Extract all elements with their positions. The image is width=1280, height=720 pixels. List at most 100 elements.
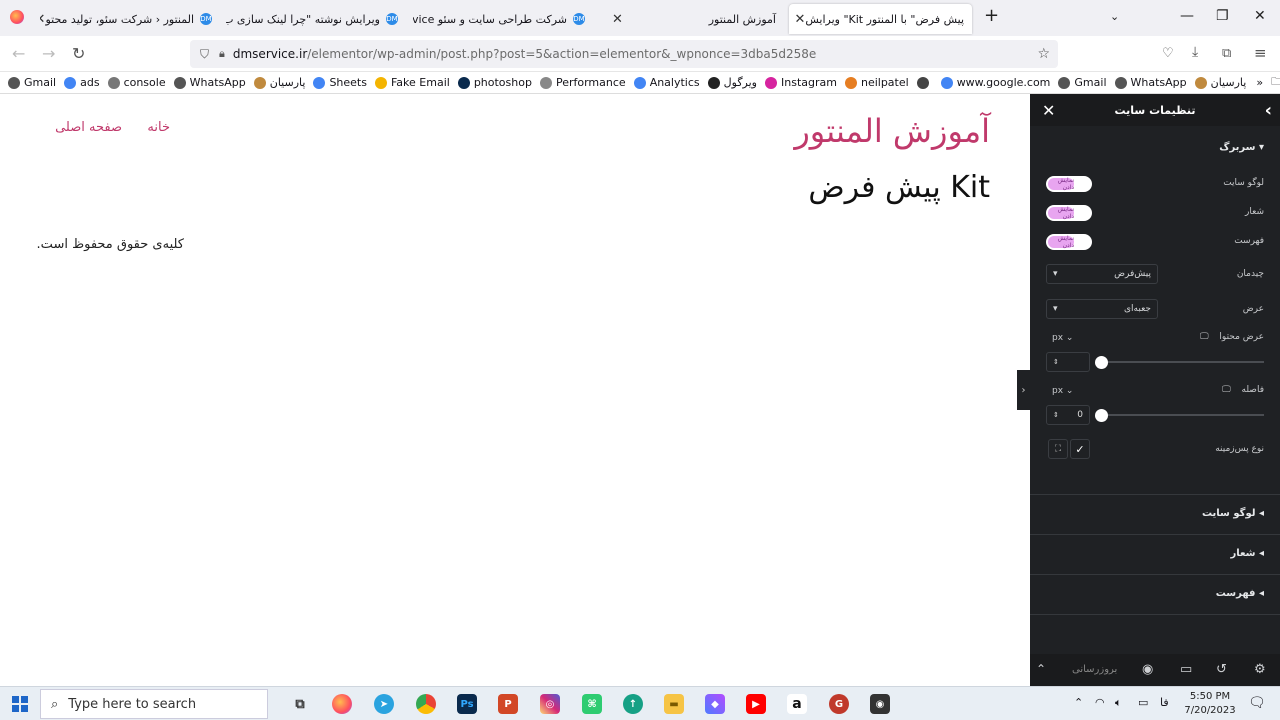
- restore-button[interactable]: ❐: [1216, 8, 1229, 24]
- tab-3[interactable]: آموزش المنتور ✕: [600, 4, 784, 34]
- unit-selector[interactable]: ⌄ px: [1052, 333, 1073, 343]
- star-icon[interactable]: ☆: [1037, 46, 1050, 62]
- menu-item-main-page[interactable]: صفحه اصلی: [55, 120, 122, 135]
- new-tab-button[interactable]: +: [984, 5, 999, 26]
- back-arrow-icon[interactable]: ›: [1265, 100, 1272, 121]
- close-tab-icon[interactable]: ✕: [790, 12, 805, 27]
- app-icon[interactable]: G: [829, 694, 849, 714]
- classic-background-button[interactable]: ✓: [1070, 439, 1090, 459]
- bookmark-item[interactable]: Sheets: [313, 76, 367, 89]
- camera-app-icon[interactable]: ◉: [870, 694, 890, 714]
- chevron-up-icon[interactable]: ⌃: [1074, 696, 1083, 709]
- wifi-icon[interactable]: ◠: [1095, 696, 1105, 709]
- section-logo-toggle[interactable]: ◂ لوگو سایت: [1202, 508, 1264, 519]
- bookmark-item[interactable]: ویرگول: [707, 76, 757, 89]
- content-width-input[interactable]: ⇕: [1046, 352, 1090, 372]
- stepper-icon[interactable]: ⇕: [1053, 358, 1059, 366]
- bookmark-item[interactable]: console: [107, 76, 166, 89]
- app-icon[interactable]: ⌘: [582, 694, 602, 714]
- volume-icon[interactable]: 🔈︎: [1115, 696, 1122, 710]
- width-select[interactable]: جعبه‌ای ▾: [1046, 299, 1158, 319]
- extensions-icon[interactable]: ⧉: [1222, 46, 1231, 61]
- pocket-icon[interactable]: ♡: [1162, 46, 1174, 61]
- task-view-icon[interactable]: ⧉: [290, 694, 310, 714]
- gap-slider-track[interactable]: [1102, 414, 1264, 416]
- tagline-toggle[interactable]: نمایش دادن: [1046, 205, 1092, 221]
- bookmarks-overflow-icon[interactable]: »: [1256, 76, 1263, 89]
- other-bookmarks-folder[interactable]: 🗀︎Other Bookmarks: [1271, 73, 1280, 92]
- amazon-icon[interactable]: a: [787, 694, 807, 714]
- bookmark-item[interactable]: www.google.com: [940, 76, 1050, 89]
- menu-item-home[interactable]: خانه: [147, 120, 170, 135]
- content-width-slider-track[interactable]: [1102, 361, 1264, 363]
- section-tagline-toggle[interactable]: ◂ شعار: [1230, 548, 1264, 559]
- stepper-icon[interactable]: ⇕: [1053, 411, 1059, 419]
- taskbar-search-box[interactable]: ⌕ Type here to search: [40, 689, 268, 719]
- section-header-toggle[interactable]: ▾ سربرگ: [1219, 142, 1264, 153]
- collapse-panel-button[interactable]: ›: [1017, 370, 1030, 410]
- battery-icon[interactable]: ▭: [1138, 696, 1148, 709]
- preview-eye-icon[interactable]: ◉: [1142, 662, 1153, 677]
- list-all-tabs-icon[interactable]: ⌄: [1110, 10, 1119, 23]
- language-indicator[interactable]: فا: [1160, 696, 1169, 709]
- history-icon[interactable]: ↺: [1216, 662, 1227, 677]
- tab-2[interactable]: DM شرکت طراحی سایت و سئو Service ✕: [413, 4, 593, 34]
- tab-0[interactable]: DM المنتور ‹ شرکت سئو، تولید محتو ✕: [40, 4, 220, 34]
- bookmark-item[interactable]: [916, 76, 933, 89]
- firefox-taskbar-icon[interactable]: [332, 694, 352, 714]
- lock-icon[interactable]: 🔒︎: [219, 47, 225, 61]
- bookmark-item[interactable]: Analytics: [633, 76, 700, 89]
- gap-slider-thumb[interactable]: [1095, 409, 1108, 422]
- no-background-button[interactable]: ⛶: [1048, 439, 1068, 459]
- app-icon[interactable]: ↑: [623, 694, 643, 714]
- chevron-up-icon[interactable]: ⌃: [1036, 662, 1046, 676]
- bookmark-item[interactable]: Fake Email: [374, 76, 450, 89]
- bookmark-item[interactable]: WhatsApp: [1114, 76, 1187, 89]
- forward-arrow-icon[interactable]: →: [42, 44, 55, 63]
- bookmark-item[interactable]: Performance: [539, 76, 626, 89]
- update-button[interactable]: بروزرسانی: [1072, 664, 1117, 675]
- close-icon[interactable]: ✕: [1042, 101, 1055, 120]
- firefox-icon[interactable]: [10, 10, 24, 24]
- bookmark-item[interactable]: Instagram: [765, 76, 837, 89]
- downloads-icon[interactable]: ⤓: [1192, 44, 1198, 60]
- tab-1[interactable]: DM ویرایش نوشته "چرا لینک سازی ب ✕: [226, 4, 406, 34]
- section-menu-toggle[interactable]: ◂ فهرست: [1216, 588, 1264, 599]
- youtube-icon[interactable]: ▶: [746, 694, 766, 714]
- powerpoint-icon[interactable]: P: [498, 694, 518, 714]
- bookmark-item[interactable]: ads: [64, 76, 100, 89]
- chrome-icon[interactable]: [416, 694, 436, 714]
- bookmark-item[interactable]: Gmail: [1058, 76, 1107, 89]
- copilot-icon[interactable]: ◆: [705, 694, 725, 714]
- bookmark-item[interactable]: neilpatel: [844, 76, 909, 89]
- clock[interactable]: 5:50 PM 7/20/2023: [1180, 690, 1240, 718]
- menu-toggle[interactable]: نمایش دادن: [1046, 234, 1092, 250]
- responsive-mode-icon[interactable]: ▭: [1180, 662, 1192, 677]
- close-window-button[interactable]: ✕: [1254, 8, 1266, 24]
- bookmark-item[interactable]: WhatsApp: [173, 76, 246, 89]
- bookmark-item[interactable]: پارسیان: [253, 76, 305, 89]
- shield-icon[interactable]: ⛉: [200, 47, 209, 62]
- bookmark-item[interactable]: پارسیان: [1194, 76, 1246, 89]
- close-tab-icon[interactable]: ✕: [608, 12, 623, 27]
- bookmark-item[interactable]: photoshop: [457, 76, 532, 89]
- minimize-button[interactable]: —: [1180, 8, 1194, 24]
- unit-selector[interactable]: ⌄ px: [1052, 386, 1073, 396]
- tab-4-active[interactable]: پیش فرض" با المنتور Kit" ویرایش ✕: [789, 4, 972, 34]
- reload-icon[interactable]: ↻: [72, 44, 85, 63]
- notifications-icon[interactable]: 🗨︎: [1248, 695, 1266, 711]
- settings-gear-icon[interactable]: ⚙: [1254, 662, 1266, 677]
- url-bar[interactable]: ⛉ 🔒︎ dmservice.ir/elementor/wp-admin/pos…: [190, 40, 1058, 68]
- bookmark-item[interactable]: Gmail: [8, 76, 56, 89]
- file-explorer-icon[interactable]: ▬: [664, 694, 684, 714]
- layout-select[interactable]: پیش‌فرض ▾: [1046, 264, 1158, 284]
- site-title[interactable]: آموزش المنتور: [794, 112, 990, 150]
- back-arrow-icon[interactable]: ←: [12, 44, 25, 63]
- photoshop-icon[interactable]: Ps: [457, 694, 477, 714]
- windows-start-icon[interactable]: [12, 696, 28, 712]
- content-width-slider-thumb[interactable]: [1095, 356, 1108, 369]
- logo-toggle[interactable]: نمایش دادن: [1046, 176, 1092, 192]
- instagram-icon[interactable]: ◎: [540, 694, 560, 714]
- close-tab-icon[interactable]: ✕: [40, 12, 45, 27]
- telegram-icon[interactable]: ➤: [374, 694, 394, 714]
